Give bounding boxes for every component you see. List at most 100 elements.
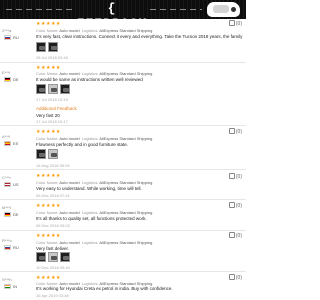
color-label: Color Name: bbox=[36, 210, 59, 215]
flag-icon bbox=[4, 141, 11, 146]
color-value: Auto model bbox=[59, 28, 80, 33]
reviewer-country: ES bbox=[13, 141, 19, 146]
color-value: Auto model bbox=[59, 136, 80, 141]
logistics-value: AliExpress Standard Shipping bbox=[99, 136, 153, 141]
reviewer-country: US bbox=[13, 182, 19, 187]
helpful-count: (0) bbox=[235, 129, 242, 135]
review-photo[interactable] bbox=[36, 149, 46, 159]
review-meta: Color Name: Auto model Logistics: AliExp… bbox=[36, 180, 152, 185]
thumb-up-icon bbox=[228, 274, 235, 280]
review-item: R***o RU ★★★★★ (0) Color Name: Auto mode… bbox=[0, 232, 246, 272]
thumb-up-icon bbox=[228, 202, 235, 208]
flag-icon bbox=[4, 35, 11, 40]
review-date: 06 Dec 2018 05:02 bbox=[36, 223, 70, 228]
review-photos bbox=[36, 84, 70, 94]
reviewer-country: DE bbox=[13, 212, 19, 217]
helpful-button[interactable]: (0) bbox=[228, 128, 242, 135]
review-item: Z***a RU ★★★★★ (0) Color Name: Auto mode… bbox=[0, 20, 246, 63]
logistics-value: AliExpress Standard Shipping bbox=[99, 28, 153, 33]
reviewer-country: DE bbox=[13, 77, 19, 82]
logistics-label: Logistics: bbox=[81, 136, 99, 141]
banner-title: { FEEDBACK } bbox=[77, 1, 146, 19]
star-rating: ★★★★★ bbox=[36, 129, 61, 135]
review-item: A***l ES ★★★★★ (0) Color Name: Auto mode… bbox=[0, 128, 246, 170]
review-meta: Color Name: Auto model Logistics: AliExp… bbox=[36, 240, 152, 245]
review-item: S***h IN ★★★★★ (0) Color Name: Auto mode… bbox=[0, 274, 246, 300]
flag-icon bbox=[4, 77, 11, 82]
review-meta: Color Name: Auto model Logistics: AliExp… bbox=[36, 71, 152, 76]
reviewer-name: M***l bbox=[2, 205, 11, 210]
review-photo[interactable] bbox=[48, 252, 58, 262]
banner-dash-right bbox=[150, 9, 202, 10]
logistics-value: AliExpress Standard Shipping bbox=[99, 71, 153, 76]
color-label: Color Name: bbox=[36, 180, 59, 185]
color-label: Color Name: bbox=[36, 240, 59, 245]
thumb-up-icon bbox=[228, 173, 235, 179]
review-photos bbox=[36, 42, 58, 52]
review-photo[interactable] bbox=[48, 149, 58, 159]
reviewer-name: C***r bbox=[2, 175, 11, 180]
color-value: Auto model bbox=[59, 210, 80, 215]
star-rating: ★★★★★ bbox=[36, 203, 61, 209]
review-photos bbox=[36, 252, 70, 262]
review-item: E***i DE ★★★★★ Color Name: Auto model Lo… bbox=[0, 64, 246, 126]
color-value: Auto model bbox=[59, 71, 80, 76]
reviewer-country: IN bbox=[13, 284, 17, 289]
review-photo[interactable] bbox=[36, 84, 46, 94]
helpful-count: (0) bbox=[235, 174, 242, 180]
logistics-label: Logistics: bbox=[81, 180, 99, 185]
review-photo[interactable] bbox=[36, 42, 46, 52]
reviewer-name: Z***a bbox=[2, 28, 12, 33]
star-rating: ★★★★★ bbox=[36, 233, 61, 239]
review-date: 06 Dec 2018 07:21 bbox=[36, 193, 70, 198]
review-date: 17 Jul 2018 10:19 bbox=[36, 97, 68, 102]
logistics-label: Logistics: bbox=[81, 210, 99, 215]
reviewer-country: RU bbox=[13, 245, 19, 250]
review-text: It's working for Hyundai Creta ex petrol… bbox=[36, 286, 173, 291]
feedback-banner: { FEEDBACK } bbox=[0, 0, 246, 19]
color-value: Auto model bbox=[59, 180, 80, 185]
review-photo[interactable] bbox=[48, 42, 58, 52]
review-date: 16 Apr 2019 03:48 bbox=[36, 293, 69, 298]
flag-icon bbox=[4, 284, 11, 289]
logistics-label: Logistics: bbox=[81, 71, 99, 76]
thumb-up-icon bbox=[228, 128, 235, 134]
reviewer-country: RU bbox=[13, 35, 19, 40]
reviewer-name: A***l bbox=[2, 134, 11, 139]
logistics-value: AliExpress Standard Shipping bbox=[99, 210, 153, 215]
color-label: Color Name: bbox=[36, 136, 59, 141]
helpful-button[interactable]: (0) bbox=[228, 202, 242, 209]
review-photo[interactable] bbox=[60, 84, 70, 94]
logistics-label: Logistics: bbox=[81, 28, 99, 33]
review-text: It's all thanks to quality set, all func… bbox=[36, 216, 147, 221]
helpful-button[interactable]: (0) bbox=[228, 274, 242, 281]
review-date: 16 Aug 2018 05:26 bbox=[36, 163, 70, 168]
thumb-up-icon bbox=[228, 20, 235, 26]
car-icon bbox=[207, 2, 240, 17]
helpful-button[interactable]: (0) bbox=[228, 20, 242, 27]
helpful-count: (0) bbox=[235, 275, 242, 281]
review-photo[interactable] bbox=[48, 84, 58, 94]
review-photos bbox=[36, 149, 58, 159]
additional-feedback-date: 17 Jul 2018 10:17 bbox=[36, 119, 68, 124]
review-date: 28 Jul 2018 03:46 bbox=[36, 55, 68, 60]
helpful-button[interactable]: (0) bbox=[228, 173, 242, 180]
reviewer-name: E***i bbox=[2, 70, 11, 75]
review-meta: Color Name: Auto model Logistics: AliExp… bbox=[36, 210, 152, 215]
star-rating: ★★★★★ bbox=[36, 21, 61, 27]
review-text: Very fast deliver. bbox=[36, 246, 70, 251]
review-photo[interactable] bbox=[36, 252, 46, 262]
color-label: Color Name: bbox=[36, 71, 59, 76]
review-meta: Color Name: Auto model Logistics: AliExp… bbox=[36, 136, 152, 141]
flag-icon bbox=[4, 212, 11, 217]
review-text: Flowness perfectly and in good furniture… bbox=[36, 142, 129, 147]
color-value: Auto model bbox=[59, 240, 80, 245]
reviewer-name: S***h bbox=[2, 277, 12, 282]
review-item: M***l DE ★★★★★ (0) Color Name: Auto mode… bbox=[0, 202, 246, 231]
review-item: C***r US ★★★★★ (0) Color Name: Auto mode… bbox=[0, 172, 246, 200]
helpful-button[interactable]: (0) bbox=[228, 232, 242, 239]
color-label: Color Name: bbox=[36, 28, 59, 33]
reviewer-name: R***o bbox=[2, 238, 12, 243]
logistics-label: Logistics: bbox=[81, 240, 99, 245]
review-photo[interactable] bbox=[60, 252, 70, 262]
